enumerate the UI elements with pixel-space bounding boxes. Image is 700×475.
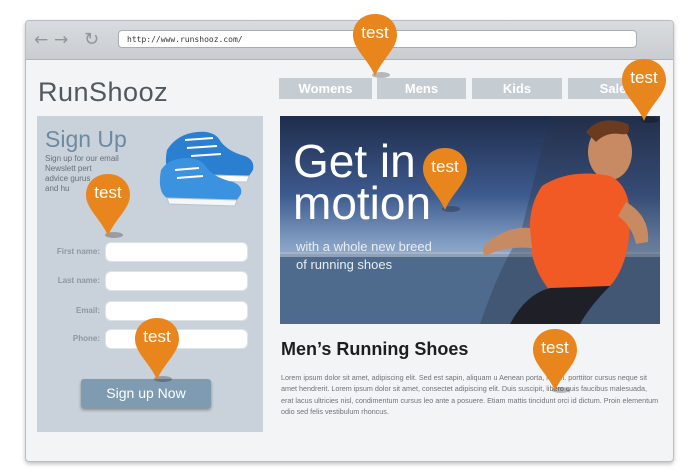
hero-headline-line: Get in <box>293 135 416 187</box>
annotation-pin-body[interactable]: test <box>531 327 579 393</box>
phone-label: Phone: <box>72 334 100 343</box>
browser-toolbar: ← → ↻ http://www.runshooz.com/ <box>26 21 673 60</box>
signup-title: Sign Up <box>45 126 127 152</box>
running-shoes-image <box>159 131 254 207</box>
tab-womens[interactable]: Womens <box>279 78 372 99</box>
section-body-text: Lorem ipsum dolor sit amet, adipiscing e… <box>281 373 659 417</box>
map-pin-icon <box>622 59 666 123</box>
pin-label: test <box>94 183 122 202</box>
back-arrow-icon[interactable]: ← <box>34 30 48 50</box>
first-name-field[interactable] <box>105 242 248 262</box>
annotation-pin-sale[interactable]: test <box>620 57 668 123</box>
map-pin-icon <box>423 148 467 212</box>
hero-headline-line: motion <box>293 177 432 229</box>
pin-label: test <box>630 68 658 87</box>
map-pin-icon <box>353 14 397 78</box>
hero-headline: Get in motion <box>293 135 432 229</box>
tab-mens[interactable]: Mens <box>377 78 466 99</box>
map-pin-icon <box>86 174 130 238</box>
browser-window: ← → ↻ http://www.runshooz.com/ RunShooz … <box>25 20 674 462</box>
site-logo[interactable]: RunShooz <box>38 77 168 108</box>
signup-description-line: Sign up for our email <box>45 154 119 163</box>
annotation-pin-button[interactable]: test <box>133 316 181 382</box>
annotation-pin-signup-desc[interactable]: test <box>84 172 132 238</box>
section-title: Men’s Running Shoes <box>281 339 469 359</box>
pin-label: test <box>143 327 171 346</box>
reload-icon[interactable]: ↻ <box>84 30 99 50</box>
hero-banner[interactable]: Get in motion with a whole new breed of … <box>280 116 660 324</box>
forward-arrow-icon[interactable]: → <box>54 30 68 50</box>
hero-subheadline: with a whole new breed of running shoes <box>296 238 432 274</box>
map-pin-icon <box>135 318 179 382</box>
hero-subheadline-line: with a whole new breed <box>296 239 432 254</box>
first-name-label: First name: <box>56 247 100 256</box>
pin-label: test <box>541 338 569 357</box>
hero-subheadline-line: of running shoes <box>296 257 393 272</box>
signup-now-button[interactable]: Sign up Now <box>81 379 211 408</box>
last-name-label: Last name: <box>57 276 100 285</box>
pin-label: test <box>361 23 389 42</box>
annotation-pin-tabs[interactable]: test <box>351 12 399 78</box>
tab-kids[interactable]: Kids <box>472 78 562 99</box>
pin-label: test <box>431 157 459 176</box>
annotation-pin-hero[interactable]: test <box>421 146 469 212</box>
signup-panel: Sign Up Sign up for our email Newslett p… <box>37 116 263 432</box>
email-label: Email: <box>75 306 100 315</box>
map-pin-icon <box>533 329 577 393</box>
last-name-field[interactable] <box>105 271 248 291</box>
